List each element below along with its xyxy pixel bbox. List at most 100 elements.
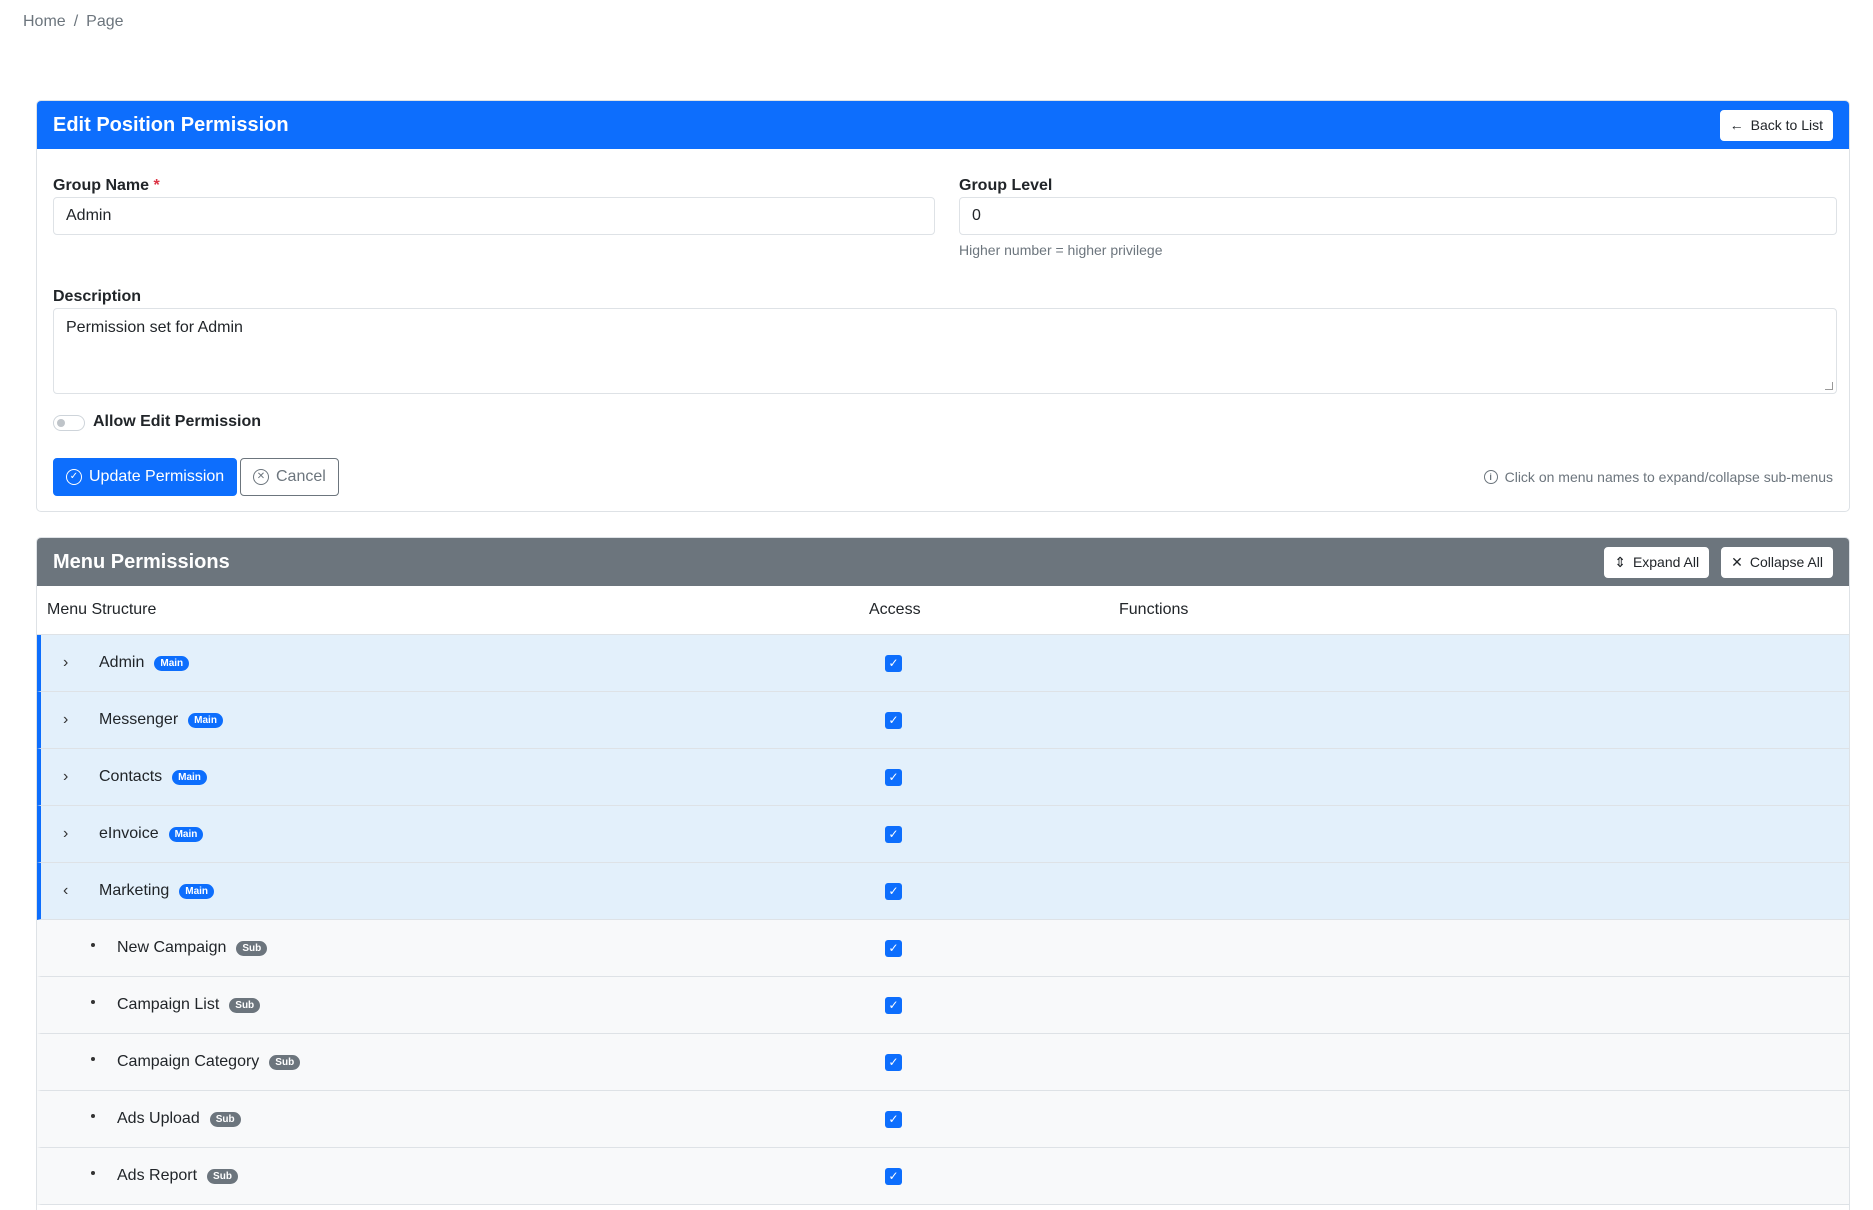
access-checkbox-contacts[interactable]: ✓ (885, 768, 902, 786)
check-circle-icon: ✓ (66, 469, 82, 485)
access-checkbox-campaign-list[interactable]: ✓ (885, 996, 902, 1014)
access-checkbox-new-campaign[interactable]: ✓ (885, 939, 902, 957)
group-name-input[interactable]: Admin (53, 197, 935, 235)
access-checkbox-ads-report[interactable]: ✓ (885, 1167, 902, 1185)
sub-badge: Sub (229, 997, 261, 1013)
main-badge: Main (172, 769, 207, 785)
expand-all-label: Expand All (1632, 554, 1700, 570)
table-row: › eInvoice Main ✓ (37, 806, 1849, 863)
description-textarea[interactable]: Permission set for Admin (53, 308, 1837, 394)
permissions-card-title: Menu Permissions (53, 550, 230, 573)
sub-badge: Sub (236, 940, 268, 956)
submenu-item: Campaign List Sub (41, 996, 829, 1014)
resize-grip-icon[interactable] (1825, 382, 1833, 390)
menu-label: Ads Upload (117, 1110, 200, 1127)
column-access: Access (869, 601, 921, 618)
permissions-card-header: Menu Permissions ⇕ Expand All ✕ Collapse… (37, 538, 1849, 586)
permissions-header-buttons: ⇕ Expand All ✕ Collapse All (1604, 546, 1833, 578)
group-level-help: Higher number = higher privilege (959, 242, 1163, 258)
breadcrumb-home[interactable]: Home (23, 13, 66, 31)
access-checkbox-einvoice[interactable]: ✓ (885, 825, 902, 843)
group-name-label-text: Group Name (53, 177, 150, 194)
sub-badge: Sub (207, 1168, 238, 1184)
menu-label: eInvoice (99, 825, 159, 842)
menu-label: Marketing (99, 882, 170, 899)
menu-label: Messenger (99, 711, 179, 728)
chevron-left-icon: ‹ (63, 882, 69, 899)
bullet-icon (91, 1057, 95, 1061)
description-text: Permission set for Admin (66, 319, 243, 336)
required-mark: * (153, 177, 160, 194)
menu-label: New Campaign (117, 939, 227, 956)
bullet-icon (91, 943, 95, 947)
menu-label: Ads Report (117, 1167, 198, 1184)
column-menu-structure: Menu Structure (47, 601, 157, 618)
permissions-table-header: Menu Structure Access Functions (37, 586, 1849, 635)
edit-form: Group Name * Admin Group Level 0 Higher … (37, 149, 1849, 511)
table-row: Campaign Category Sub ✓ (37, 1034, 1849, 1091)
menu-label: Admin (99, 654, 145, 671)
table-row: Campaign List Sub ✓ (37, 977, 1849, 1034)
menu-toggle-marketing[interactable]: ‹ Marketing Main (41, 882, 829, 900)
expand-all-button[interactable]: ⇕ Expand All (1604, 546, 1710, 578)
menu-label: Campaign Category (117, 1053, 260, 1070)
submenu-item: Campaign Category Sub (41, 1053, 829, 1071)
update-permission-button[interactable]: ✓ Update Permission (53, 458, 238, 496)
main-badge: Main (179, 883, 215, 899)
table-row: › Contacts Main ✓ (37, 749, 1849, 806)
cancel-label: Cancel (276, 468, 326, 485)
close-icon: ✕ (1731, 553, 1743, 570)
main-badge: Main (188, 712, 223, 728)
main-badge: Main (154, 655, 190, 671)
breadcrumb: Home / Page (23, 13, 124, 31)
sub-badge: Sub (209, 1111, 241, 1127)
chevron-right-icon: › (63, 654, 69, 671)
group-level-input[interactable]: 0 (959, 197, 1837, 235)
edit-card-header: Edit Position Permission ← Back to List (37, 101, 1849, 149)
bullet-icon (91, 1000, 95, 1004)
breadcrumb-current: Page (86, 13, 124, 30)
edit-permission-card: Edit Position Permission ← Back to List … (36, 100, 1850, 512)
access-checkbox-admin[interactable]: ✓ (885, 654, 902, 672)
chevron-right-icon: › (63, 768, 69, 785)
column-functions: Functions (1119, 601, 1189, 618)
back-to-list-button[interactable]: ← Back to List (1719, 109, 1833, 141)
table-row: › Messenger Main ✓ (37, 692, 1849, 749)
update-permission-label: Update Permission (89, 468, 225, 485)
allow-edit-label[interactable]: Allow Edit Permission (93, 413, 261, 431)
submenu-item: Ads Upload Sub (41, 1110, 829, 1128)
menu-toggle-admin[interactable]: › Admin Main (41, 654, 829, 672)
x-circle-icon: ✕ (253, 469, 269, 485)
menu-toggle-messenger[interactable]: › Messenger Main (41, 711, 829, 729)
table-row: › Admin Main ✓ (37, 635, 1849, 692)
chevron-right-icon: › (63, 711, 69, 728)
menu-label: Campaign List (117, 996, 220, 1013)
access-checkbox-messenger[interactable]: ✓ (885, 711, 902, 729)
collapse-all-button[interactable]: ✕ Collapse All (1721, 546, 1833, 578)
menu-toggle-contacts[interactable]: › Contacts Main (41, 768, 829, 786)
main-badge: Main (168, 826, 204, 842)
edit-card-title: Edit Position Permission (53, 113, 289, 136)
table-row: Ads Report Sub ✓ (37, 1148, 1849, 1205)
submenu-item: New Campaign Sub (41, 939, 829, 957)
table-row: New Campaign Sub ✓ (37, 920, 1849, 977)
cancel-button[interactable]: ✕ Cancel (240, 458, 339, 496)
menu-toggle-einvoice[interactable]: › eInvoice Main (41, 825, 829, 843)
info-icon: i (1483, 470, 1498, 484)
back-to-list-label: Back to List (1750, 117, 1823, 133)
group-level-label: Group Level (959, 177, 1053, 194)
expand-hint: i Click on menu names to expand/collapse… (1483, 469, 1833, 485)
collapse-all-label: Collapse All (1749, 554, 1823, 570)
access-checkbox-marketing[interactable]: ✓ (885, 882, 902, 900)
access-checkbox-campaign-category[interactable]: ✓ (885, 1053, 902, 1071)
access-checkbox-ads-upload[interactable]: ✓ (885, 1110, 902, 1128)
allow-edit-toggle[interactable] (53, 415, 85, 431)
chevron-right-icon: › (63, 825, 69, 842)
table-row: Ads Upload Sub ✓ (37, 1091, 1849, 1148)
menu-label: Contacts (99, 768, 163, 785)
table-row: ‹ Marketing Main ✓ (37, 863, 1849, 920)
arrow-left-icon: ← (1729, 117, 1744, 133)
bullet-icon (91, 1114, 95, 1118)
breadcrumb-separator: / (73, 13, 79, 30)
expand-hint-text: Click on menu names to expand/collapse s… (1504, 469, 1833, 485)
